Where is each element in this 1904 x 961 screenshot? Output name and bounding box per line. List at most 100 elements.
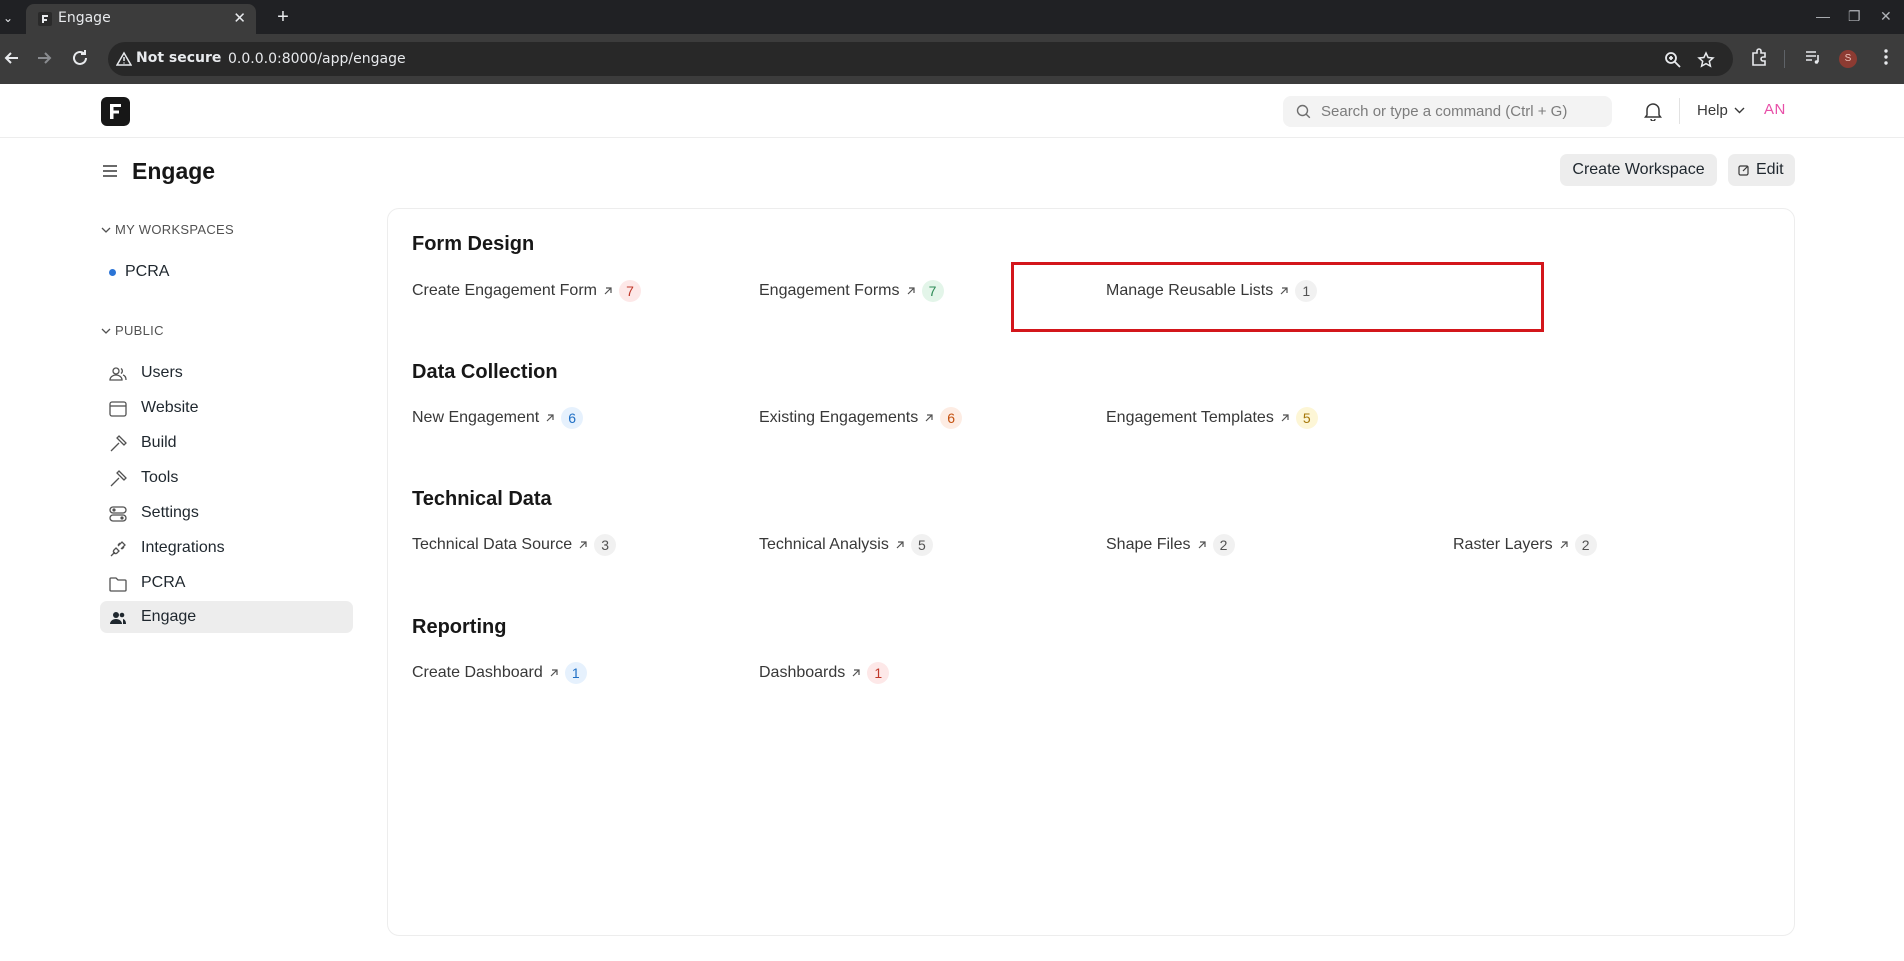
group-title-reporting: Reporting [412, 616, 507, 638]
browser-toolbar: Not secure 0.0.0.0:8000/app/engage S [0, 34, 1904, 84]
sidebar-item-label: Tools [141, 469, 179, 486]
link-label: Technical Data Source [412, 536, 573, 553]
folder-icon [109, 577, 127, 592]
group-title-form-design: Form Design [412, 233, 535, 255]
search-input[interactable] [1321, 96, 1606, 127]
external-arrow-icon [925, 414, 933, 422]
browser-profile-avatar[interactable]: S [1839, 50, 1857, 68]
browser-tab-strip: ⌄ Engage ✕ + — ❐ ✕ [0, 0, 1904, 34]
toolbar-separator [1784, 50, 1785, 68]
plug-icon [110, 541, 126, 557]
sidebar-item-label: Engage [141, 608, 197, 625]
link-label: Technical Analysis [759, 536, 889, 553]
browser-window-icon [109, 401, 127, 417]
sidebar-item-label: Users [141, 364, 183, 381]
my-workspaces-heading[interactable]: MY WORKSPACES [101, 222, 234, 237]
link-label: New Engagement [412, 409, 540, 426]
link-new-engagement[interactable]: New Engagement 6 [412, 407, 584, 433]
chevron-down-icon [101, 328, 111, 334]
external-arrow-icon [1198, 541, 1206, 549]
external-arrow-icon [1281, 414, 1289, 422]
link-shape-files[interactable]: Shape Files 2 [1106, 534, 1235, 560]
address-bar[interactable]: Not secure 0.0.0.0:8000/app/engage [108, 42, 1733, 76]
link-label: Create Engagement Form [412, 282, 597, 299]
browser-menu-kebab-icon[interactable] [1876, 47, 1896, 67]
reload-icon[interactable] [68, 46, 92, 70]
restore-window-icon[interactable]: ❐ [1848, 8, 1861, 25]
sidebar-item-engage[interactable]: Engage [100, 601, 353, 633]
tab-close-icon[interactable]: ✕ [233, 9, 246, 27]
link-dashboards[interactable]: Dashboards 1 [759, 662, 890, 688]
count-badge: 6 [561, 407, 584, 429]
back-arrow-icon[interactable] [0, 46, 24, 70]
sidebar-item-integrations[interactable]: Integrations [100, 532, 353, 564]
count-badge: 1 [564, 662, 587, 684]
app-logo[interactable] [101, 97, 130, 126]
link-technical-analysis[interactable]: Technical Analysis 5 [759, 534, 933, 560]
link-label: Shape Files [1106, 536, 1191, 553]
edit-pencil-icon [1738, 165, 1749, 176]
browser-tab[interactable]: Engage ✕ [26, 4, 256, 34]
media-control-icon[interactable] [1803, 47, 1823, 67]
link-label: Engagement Templates [1106, 409, 1274, 426]
users-icon [109, 367, 127, 381]
forward-arrow-icon[interactable] [32, 46, 56, 70]
url-text[interactable]: 0.0.0.0:8000/app/engage [228, 51, 406, 67]
tab-title: Engage [58, 10, 111, 26]
public-heading[interactable]: PUBLIC [101, 323, 164, 338]
create-workspace-button[interactable]: Create Workspace [1560, 154, 1717, 186]
notification-bell-icon[interactable] [1644, 101, 1662, 121]
close-window-icon[interactable]: ✕ [1880, 8, 1892, 25]
user-avatar[interactable]: AN [1764, 101, 1786, 118]
highlight-annotation-box [1011, 262, 1544, 332]
frappe-logo-icon [110, 104, 121, 119]
zoom-icon[interactable] [1664, 51, 1682, 69]
external-arrow-icon [546, 414, 554, 422]
count-badge: 7 [921, 280, 944, 302]
sidebar-toggle-hamburger-icon[interactable] [101, 162, 119, 180]
toggles-icon [109, 506, 127, 522]
app-navbar: Help AN [0, 84, 1904, 138]
tools-icon [110, 470, 127, 487]
extensions-puzzle-icon[interactable] [1749, 47, 1769, 67]
minimize-window-icon[interactable]: — [1816, 8, 1830, 24]
sidebar-item-pcra[interactable]: PCRA [100, 567, 353, 599]
sidebar-item-pcra-workspace[interactable]: PCRA [101, 257, 353, 287]
external-arrow-icon [907, 287, 915, 295]
sidebar-item-build[interactable]: Build [100, 427, 353, 459]
command-search[interactable] [1283, 96, 1612, 127]
link-create-dashboard[interactable]: Create Dashboard 1 [412, 662, 587, 688]
link-existing-engagements[interactable]: Existing Engagements 6 [759, 407, 963, 433]
link-label: Raster Layers [1453, 536, 1553, 553]
sidebar-item-label: Website [141, 399, 199, 416]
public-heading-label: PUBLIC [115, 323, 164, 338]
edit-button[interactable]: Edit [1728, 154, 1795, 186]
link-engagement-templates[interactable]: Engagement Templates 5 [1106, 407, 1318, 433]
sidebar-item-label: PCRA [141, 574, 186, 591]
link-engagement-forms[interactable]: Engagement Forms 7 [759, 280, 944, 306]
chevron-down-icon[interactable] [1734, 106, 1745, 114]
sidebar-item-website[interactable]: Website [100, 392, 353, 424]
sidebar-item-tools[interactable]: Tools [100, 462, 353, 494]
external-arrow-icon [896, 541, 904, 549]
count-badge: 5 [910, 534, 933, 556]
help-menu-label[interactable]: Help [1697, 102, 1728, 119]
link-technical-data-source[interactable]: Technical Data Source 3 [412, 534, 617, 560]
count-badge: 7 [618, 280, 641, 302]
sidebar-item-label: Build [141, 434, 177, 451]
group-title-technical-data: Technical Data [412, 488, 552, 510]
link-create-engagement-form[interactable]: Create Engagement Form 7 [412, 280, 641, 306]
sidebar-item-users[interactable]: Users [100, 357, 353, 389]
bookmark-star-icon[interactable] [1697, 51, 1715, 69]
external-arrow-icon [579, 541, 587, 549]
link-label: Existing Engagements [759, 409, 919, 426]
new-tab-plus-icon[interactable]: + [270, 4, 296, 30]
count-badge: 2 [1574, 534, 1597, 556]
external-arrow-icon [550, 669, 558, 677]
tab-search-chevron-icon[interactable]: ⌄ [0, 6, 16, 30]
edit-button-label: Edit [1756, 161, 1784, 178]
link-raster-layers[interactable]: Raster Layers 2 [1453, 534, 1597, 560]
hammer-icon [110, 435, 127, 452]
not-secure-label[interactable]: Not secure [136, 50, 221, 66]
sidebar-item-settings[interactable]: Settings [100, 497, 353, 529]
